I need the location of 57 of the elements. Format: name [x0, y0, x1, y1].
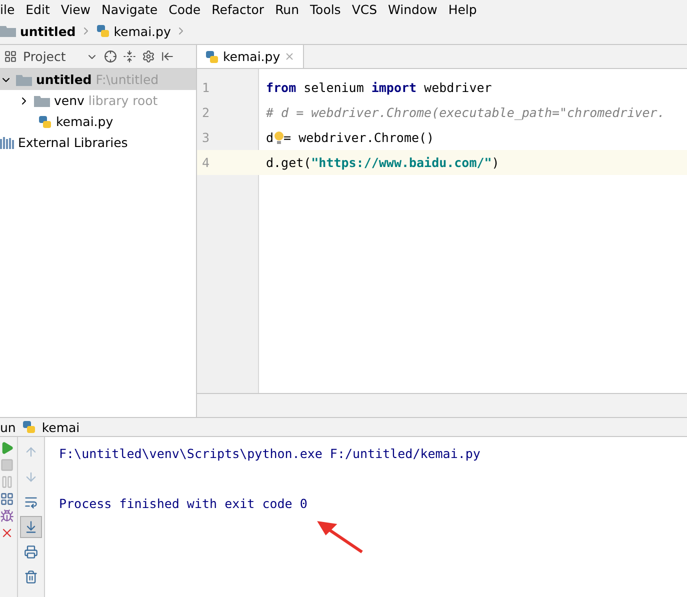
code-line: # d = webdriver.Chrome(executable_path="chromedriver. [265, 105, 665, 120]
python-file-icon [38, 114, 52, 128]
menu-item[interactable]: Window [388, 2, 438, 16]
menu-item[interactable]: VCS [352, 2, 378, 16]
library-icon [0, 136, 14, 148]
menu-item[interactable]: ile [0, 2, 15, 16]
code-line: d.get("https://www.baidu.com/") [265, 155, 500, 170]
tree-item[interactable]: venv library root [0, 90, 196, 111]
line-number: 3 [201, 130, 211, 145]
breadcrumb-item[interactable]: untitled [20, 24, 76, 38]
collapse-all-icon[interactable] [122, 50, 136, 63]
tree-item-hint: F:\untitled [96, 72, 159, 87]
scroll-to-end-icon [24, 520, 38, 534]
menu-item[interactable]: Code [168, 2, 201, 16]
console-output-line: F:\untitled\venv\Scripts\python.exe F:/untitled/kemai.py [59, 445, 482, 463]
panel-title[interactable]: Project [23, 49, 66, 64]
line-number: 2 [201, 105, 211, 120]
close-icon[interactable] [0, 526, 14, 540]
line-number: 1 [201, 80, 211, 95]
tree-item[interactable]: untitled F:\untitled [0, 69, 196, 90]
run-panel-title[interactable]: un [0, 420, 16, 434]
menu-item[interactable]: Navigate [102, 2, 158, 16]
line-number: 4 [201, 155, 211, 170]
trash-icon [24, 570, 38, 584]
lightbulb-icon[interactable] [274, 130, 284, 144]
folder-icon [0, 25, 16, 37]
editor-tab[interactable]: kemai.py [197, 45, 304, 68]
menu-item[interactable]: Run [275, 2, 300, 16]
menu-item[interactable]: Help [448, 2, 477, 16]
menu-item[interactable]: Edit [26, 2, 50, 16]
bug-icon[interactable] [0, 509, 14, 523]
run-icon[interactable] [0, 441, 14, 455]
soft-wrap-icon [24, 495, 38, 509]
menu-item[interactable]: Tools [310, 2, 341, 16]
menu-item[interactable]: View [60, 2, 91, 16]
project-view-icon [4, 50, 17, 63]
scroll-to-end-button[interactable] [20, 516, 42, 538]
tree-item-hint: library root [88, 93, 158, 108]
folder-icon [34, 94, 50, 106]
hide-panel-icon[interactable] [160, 50, 174, 63]
python-file-icon [96, 24, 110, 38]
breadcrumb-item[interactable]: kemai.py [114, 24, 171, 38]
print-icon [24, 545, 38, 559]
run-config-name: kemai [42, 420, 80, 434]
python-file-icon [22, 420, 36, 434]
settings-icon[interactable] [142, 50, 155, 63]
code-line: from selenium import webdriver [265, 80, 492, 95]
python-file-icon [205, 50, 219, 64]
console-output-line: Process finished with exit code 0 [59, 495, 308, 513]
tree-item[interactable]: kemai.py [0, 111, 196, 132]
menu-item[interactable]: Refactor [212, 2, 264, 16]
layout-icon[interactable] [0, 492, 14, 506]
arrow-annotation [316, 519, 366, 555]
tree-item[interactable]: External Libraries [0, 132, 196, 153]
locate-icon[interactable] [104, 50, 117, 63]
code-line: d = webdriver.Chrome() [265, 130, 434, 145]
folder-icon [16, 74, 32, 86]
